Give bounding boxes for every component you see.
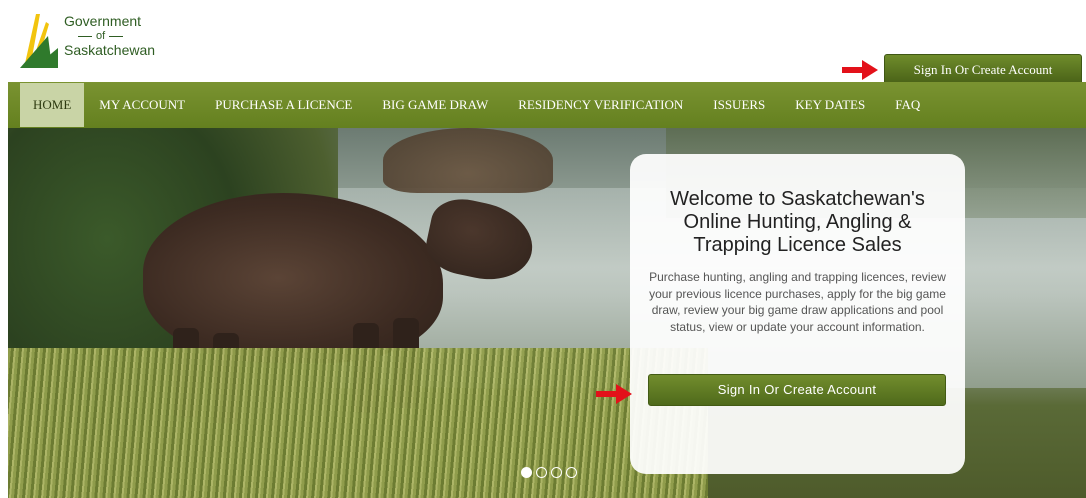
hero-banner: Welcome to Saskatchewan's Online Hunting… — [8, 128, 1086, 498]
nav-residency-verification[interactable]: RESIDENCY VERIFICATION — [503, 82, 698, 128]
welcome-description: Purchase hunting, angling and trapping l… — [649, 270, 946, 334]
carousel-dot-4[interactable] — [566, 467, 577, 478]
welcome-title: Welcome to Saskatchewan's Online Hunting… — [670, 188, 925, 256]
nav-issuers[interactable]: ISSUERS — [698, 82, 780, 128]
hero-signin-button[interactable]: Sign In Or Create Account — [648, 374, 946, 406]
nav-home[interactable]: HOME — [20, 83, 85, 127]
nav-key-dates[interactable]: KEY DATES — [780, 82, 880, 128]
wheat-logo-icon — [20, 14, 58, 68]
logo-text-government: Government — [64, 13, 142, 29]
nav-purchase-licence[interactable]: PURCHASE A LICENCE — [200, 82, 367, 128]
government-logo[interactable]: Government of Saskatchewan — [18, 8, 168, 72]
nav-big-game-draw[interactable]: BIG GAME DRAW — [367, 82, 503, 128]
nav-faq[interactable]: FAQ — [880, 82, 935, 128]
carousel-dot-1[interactable] — [521, 467, 532, 478]
red-arrow-icon — [842, 60, 878, 80]
logo-text-saskatchewan: Saskatchewan — [64, 42, 156, 58]
welcome-panel: Welcome to Saskatchewan's Online Hunting… — [630, 154, 965, 474]
logo-text-of: of — [74, 31, 155, 42]
header-signin-button[interactable]: Sign In Or Create Account — [884, 54, 1082, 83]
main-nav: HOME MY ACCOUNT PURCHASE A LICENCE BIG G… — [8, 82, 1086, 128]
nav-my-account[interactable]: MY ACCOUNT — [84, 82, 200, 128]
carousel-dot-2[interactable] — [536, 467, 547, 478]
hero-grass — [8, 348, 708, 498]
carousel-indicators — [521, 467, 577, 478]
carousel-dot-3[interactable] — [551, 467, 562, 478]
site-header: Government of Saskatchewan Sign In Or Cr… — [0, 0, 1086, 83]
red-arrow-icon — [596, 384, 632, 404]
